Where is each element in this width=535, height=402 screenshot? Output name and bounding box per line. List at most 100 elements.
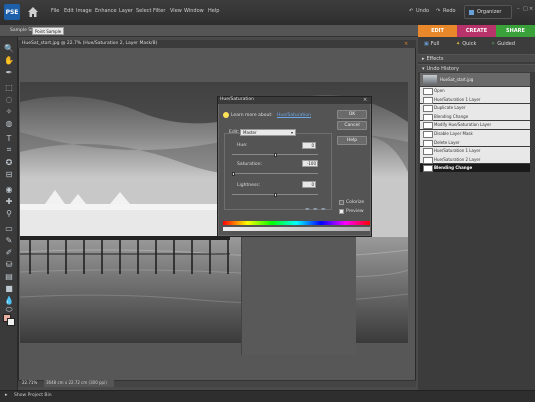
guided-mode-icon: ✧ — [491, 41, 496, 47]
menu-image[interactable]: Image — [76, 8, 92, 14]
history-item[interactable]: Hue/Saturation 1 Layer — [420, 95, 530, 104]
expand-arrow-icon: ▾ — [422, 65, 425, 72]
mode-full-label: Full — [430, 41, 440, 47]
history-item-selected[interactable]: Blending Change — [420, 163, 530, 173]
lightness-field[interactable]: 0 — [302, 181, 316, 188]
saturation-field[interactable]: -100 — [302, 160, 318, 167]
redo-button[interactable]: Redo — [443, 8, 456, 14]
shape-tool-icon[interactable]: ■ — [3, 283, 15, 293]
history-item[interactable]: Disable Layer Mask — [420, 129, 530, 139]
type-tool-icon[interactable]: T — [3, 133, 15, 143]
help-button[interactable]: Help — [337, 136, 367, 145]
home-icon[interactable] — [27, 6, 39, 18]
history-item[interactable]: HueSat_start.jpg — [420, 73, 530, 86]
saturation-slider-thumb[interactable] — [232, 172, 235, 176]
tab-share[interactable]: SHARE — [496, 25, 535, 37]
zoom-tool-icon[interactable]: 🔍 — [3, 43, 15, 53]
organizer-label: Organizer — [477, 9, 502, 15]
document-title: HueSat_start.jpg @ 22.7% (Hue/Saturation… — [22, 41, 158, 46]
tab-edit[interactable]: EDIT — [418, 25, 457, 37]
zoom-level[interactable]: 22.71% — [22, 380, 37, 385]
cancel-button[interactable]: Cancel — [337, 121, 367, 130]
redo-arrow-icon[interactable]: ↷ — [436, 8, 440, 14]
hand-tool-icon[interactable]: ✋ — [3, 55, 15, 65]
close-icon[interactable]: × — [529, 6, 534, 12]
history-item[interactable]: Hue/Saturation 1 Layer — [420, 146, 530, 156]
tab-create[interactable]: CREATE — [457, 25, 496, 37]
menu-layer[interactable]: Layer — [119, 8, 133, 14]
ok-button[interactable]: OK — [337, 110, 367, 119]
undo-history-panel-header[interactable]: ▾ Undo History — [418, 64, 535, 72]
learn-more-link[interactable]: Hue/Saturation — [277, 113, 311, 118]
colorize-label: Colorize — [346, 200, 365, 205]
eraser-tool-icon[interactable]: ▭ — [3, 223, 15, 233]
smart-brush-icon[interactable]: ✐ — [3, 247, 15, 257]
gradient-tool-icon[interactable]: ▤ — [3, 271, 15, 281]
eyedropper-tool-icon[interactable]: ✒ — [3, 67, 15, 77]
expand-arrow-icon[interactable]: ▸ — [5, 392, 8, 398]
lightness-slider-thumb[interactable] — [274, 193, 277, 197]
menu-filter[interactable]: Filter — [153, 8, 165, 14]
history-item[interactable]: Modify Hue/Saturation Layer — [420, 120, 530, 130]
hue-field[interactable]: 0 — [302, 142, 316, 149]
learn-more-label: Learn more about: — [231, 113, 273, 118]
eyedropper-icon[interactable]: ✒ — [304, 206, 311, 213]
edit-channel-select[interactable]: Master ▾ — [240, 129, 296, 136]
history-step-icon — [423, 105, 433, 113]
mode-tabs: EDIT CREATE SHARE — [418, 25, 535, 37]
history-step-icon — [423, 148, 433, 156]
mode-guided-button[interactable]: ✧ Guided — [491, 41, 515, 47]
history-item[interactable]: Delete Layer — [420, 138, 530, 147]
minimize-icon[interactable]: – — [517, 6, 522, 12]
cookie-cutter-icon[interactable]: ✪ — [3, 157, 15, 167]
menu-edit[interactable]: Edit — [64, 8, 74, 14]
maximize-icon[interactable]: □ — [523, 6, 528, 12]
history-item[interactable]: Duplicate Layer — [420, 103, 530, 113]
brush-tool-icon[interactable]: ✎ — [3, 235, 15, 245]
mode-full-button[interactable]: ▣ Full — [424, 41, 439, 47]
mode-quick-button[interactable]: ✦ Quick — [456, 41, 476, 47]
dialog-title: Hue/Saturation — [220, 97, 254, 102]
history-item[interactable]: Open — [420, 86, 530, 96]
effects-panel-header[interactable]: ▸ Effects — [418, 54, 535, 62]
menu-help[interactable]: Help — [208, 8, 219, 14]
history-item[interactable]: Blending Change — [420, 112, 530, 121]
menu-select[interactable]: Select — [136, 8, 151, 14]
undo-arrow-icon[interactable]: ↶ — [409, 8, 413, 14]
eyedropper-minus-icon[interactable]: ✒ — [320, 206, 327, 213]
straighten-tool-icon[interactable]: ⊟ — [3, 169, 15, 179]
lasso-tool-icon[interactable]: ◌ — [3, 94, 15, 104]
healing-brush-icon[interactable]: ✚ — [3, 196, 15, 206]
colorize-checkbox[interactable] — [339, 200, 344, 205]
saturation-label: Saturation: — [237, 162, 262, 167]
menu-window[interactable]: Window — [184, 8, 204, 14]
sample-size-select[interactable]: Point Sample — [32, 27, 64, 35]
saturation-slider-track[interactable] — [232, 173, 318, 174]
eyedropper-group: ✒ ✒ ✒ — [304, 206, 328, 213]
preview-checkbox[interactable] — [339, 209, 344, 214]
hue-slider-thumb[interactable] — [274, 153, 277, 157]
menu-file[interactable]: File — [51, 8, 59, 14]
undo-button[interactable]: Undo — [416, 8, 429, 14]
effects-label: Effects — [426, 55, 444, 62]
marquee-tool-icon[interactable]: ⬚ — [3, 82, 15, 92]
background-color-swatch[interactable] — [7, 318, 15, 326]
history-step-icon — [423, 139, 433, 147]
eyedropper-plus-icon[interactable]: ✒ — [312, 206, 319, 213]
crop-tool-icon[interactable]: ⌗ — [3, 145, 15, 155]
red-eye-tool-icon[interactable]: ◉ — [3, 184, 15, 194]
selection-brush-icon[interactable]: ◍ — [3, 118, 15, 128]
magic-wand-tool-icon[interactable]: ✧ — [3, 106, 15, 116]
edit-channel-value: Master — [243, 130, 257, 135]
blur-tool-icon[interactable]: 💧 — [3, 295, 15, 305]
dialog-close-icon[interactable]: × — [363, 97, 367, 103]
paint-bucket-icon[interactable]: ⛁ — [3, 259, 15, 269]
show-project-bin-button[interactable]: Show Project Bin — [14, 393, 52, 398]
menu-enhance[interactable]: Enhance — [95, 8, 117, 14]
organizer-button[interactable]: Organizer — [464, 5, 512, 19]
clone-stamp-icon[interactable]: ⚲ — [3, 208, 15, 218]
menu-view[interactable]: View — [170, 8, 182, 14]
history-step-icon — [423, 122, 433, 130]
history-item[interactable]: Hue/Saturation 2 Layer — [420, 155, 530, 164]
document-close-icon[interactable]: × — [404, 41, 408, 47]
